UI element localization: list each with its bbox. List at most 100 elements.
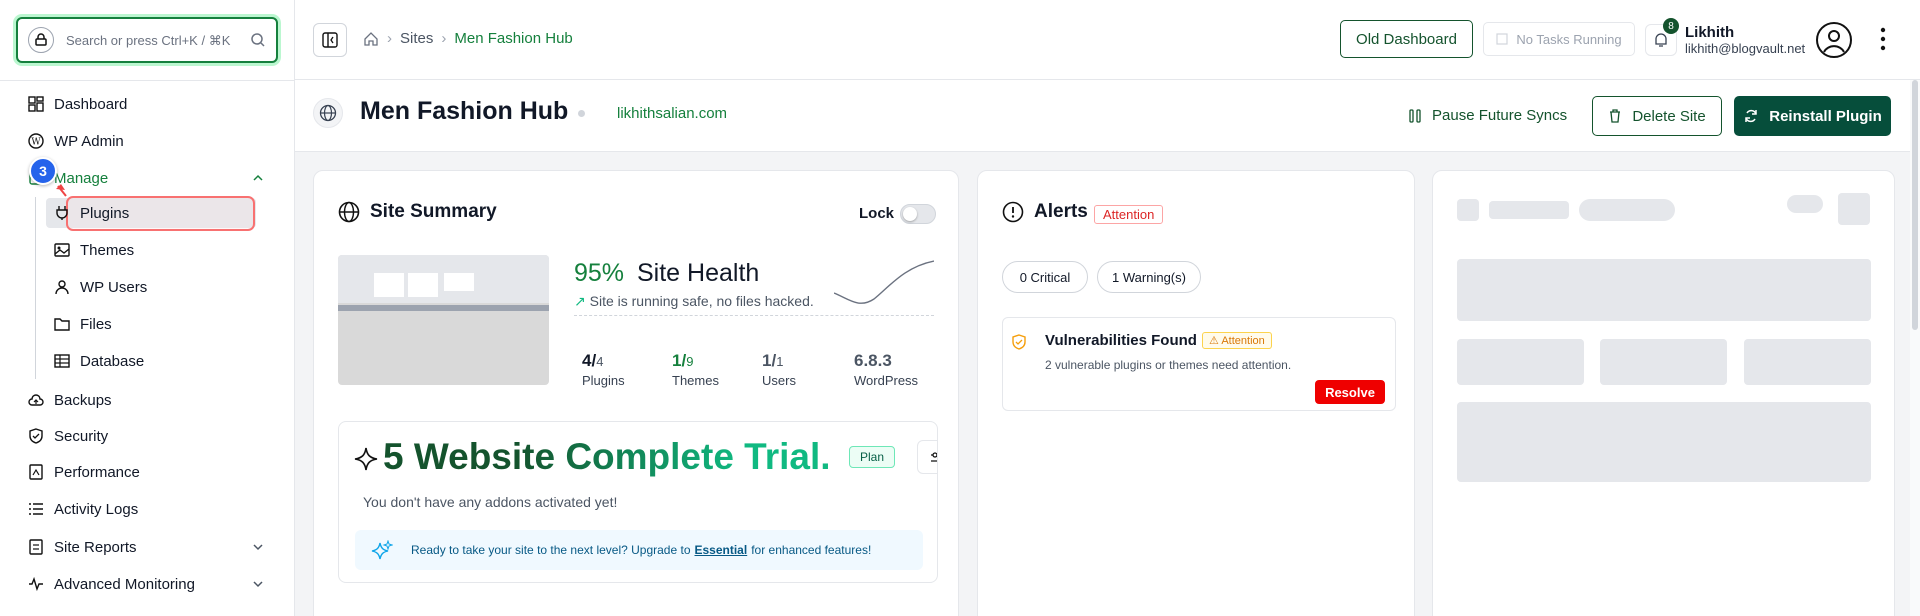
- page-title: Men Fashion Hub: [360, 97, 569, 125]
- image-icon: [54, 243, 70, 257]
- stat-users-den: 1: [776, 354, 784, 369]
- stat-wordpress: 6.8.3 WordPress: [854, 351, 918, 388]
- site-health: 95% Site Health: [574, 259, 759, 288]
- site-summary-card: Site Summary Lock 95% Site Health ↗ Site…: [313, 170, 959, 616]
- sidebar-toggle-button[interactable]: [313, 23, 347, 57]
- plan-card: 5 Website Complete Trial. Plan You don't…: [338, 421, 938, 583]
- pulse-icon: [29, 576, 43, 592]
- bell-icon: [1655, 33, 1667, 47]
- chevron-up-icon[interactable]: [252, 172, 264, 184]
- chevron-down-icon[interactable]: [252, 541, 264, 553]
- site-domain-link[interactable]: likhithsalian.com: [617, 105, 727, 122]
- sidebar-item-themes[interactable]: Themes: [54, 236, 134, 264]
- lock-toggle[interactable]: [900, 204, 936, 224]
- site-favicon: [313, 98, 343, 128]
- reinstall-plugin-button[interactable]: Reinstall Plugin: [1734, 96, 1891, 136]
- old-dashboard-button[interactable]: Old Dashboard: [1340, 20, 1473, 58]
- sidebar-item-label: WP Users: [80, 278, 148, 296]
- sidebar-item-wp-users[interactable]: WP Users: [54, 273, 147, 301]
- sidebar-item-dashboard[interactable]: Dashboard: [28, 90, 127, 118]
- sidebar-item-activity-logs[interactable]: Activity Logs: [28, 495, 138, 523]
- thumbnail-block: [374, 273, 404, 297]
- warnings-filter-pill[interactable]: 1 Warning(s): [1097, 261, 1201, 293]
- svg-text:W: W: [31, 138, 41, 148]
- folder-icon: [54, 318, 70, 331]
- sidebar-item-backups[interactable]: Backups: [28, 386, 112, 414]
- attention-badge: Attention: [1094, 205, 1164, 224]
- shield-icon: [29, 428, 43, 444]
- page-scrollbar[interactable]: [1910, 80, 1920, 616]
- home-icon[interactable]: [363, 31, 379, 47]
- breadcrumb: › Sites › Men Fashion Hub: [363, 30, 573, 47]
- sidebar-item-database[interactable]: Database: [54, 347, 144, 375]
- shield-warning-icon: [1012, 334, 1026, 350]
- search-input[interactable]: [66, 32, 246, 48]
- globe-icon: [338, 201, 360, 223]
- delete-site-button[interactable]: Delete Site: [1592, 96, 1722, 136]
- breadcrumb-separator: ›: [387, 30, 392, 47]
- search-icon[interactable]: [250, 32, 266, 48]
- vulnerability-message: 2 vulnerable plugins or themes need atte…: [1045, 358, 1292, 372]
- breadcrumb-separator: ›: [441, 30, 447, 47]
- upgrade-text-post: for enhanced features!: [751, 543, 872, 557]
- sidebar-item-performance[interactable]: Performance: [28, 458, 140, 486]
- breadcrumb-sites[interactable]: Sites: [400, 30, 433, 47]
- skeleton: [1838, 193, 1870, 225]
- alerts-card: Alerts Attention 0 Critical 1 Warning(s)…: [977, 170, 1415, 616]
- thumbnail-block: [444, 273, 474, 291]
- stat-plugins: 4/4 Plugins: [582, 351, 625, 388]
- resolve-button[interactable]: Resolve: [1315, 380, 1385, 404]
- health-divider: [574, 315, 934, 316]
- skeleton: [1744, 339, 1871, 385]
- sparkles-icon: [371, 540, 393, 560]
- tasks-label: No Tasks Running: [1516, 31, 1622, 47]
- upgrade-banner: Ready to take your site to the next leve…: [355, 530, 923, 570]
- sidebar-item-label: Performance: [54, 463, 140, 481]
- sidebar-item-label: Dashboard: [54, 95, 128, 113]
- blogvault-logo-icon: [28, 27, 54, 53]
- warning-triangle-icon: ⚠: [1209, 335, 1219, 347]
- plan-badge[interactable]: Plan: [849, 446, 896, 468]
- site-header: Men Fashion Hub likhithsalian.com Pause …: [295, 80, 1920, 152]
- top-bar: › Sites › Men Fashion Hub Old Dashboard …: [295, 0, 1920, 80]
- skeleton: [1489, 201, 1569, 219]
- stat-wordpress-num: 6.8.3: [854, 351, 892, 370]
- upgrade-essential-link[interactable]: Essential: [695, 543, 748, 557]
- skeleton: [1457, 339, 1584, 385]
- card-title-text: Alerts: [1034, 201, 1088, 222]
- vulnerability-attention-badge: ⚠ Attention: [1202, 332, 1272, 349]
- user-icon: [55, 280, 69, 295]
- search-box[interactable]: [16, 17, 278, 63]
- sidebar-item-label: Site Reports: [54, 538, 137, 556]
- critical-filter-pill[interactable]: 0 Critical: [1002, 261, 1088, 293]
- trash-icon: [1610, 109, 1621, 123]
- addons-message: You don't have any addons activated yet!: [363, 494, 618, 510]
- alert-circle-icon: [1002, 201, 1024, 223]
- more-menu-icon[interactable]: [1879, 26, 1887, 52]
- tasks-status[interactable]: No Tasks Running: [1483, 22, 1635, 56]
- sidebar-item-site-reports[interactable]: Site Reports: [28, 533, 137, 561]
- avatar[interactable]: [1815, 21, 1853, 59]
- plan-title: 5 Website Complete Trial.: [383, 436, 831, 477]
- plan-settings-button[interactable]: [917, 440, 937, 474]
- sidebar-item-files[interactable]: Files: [54, 310, 112, 338]
- trend-up-icon: ↗: [574, 293, 586, 309]
- sidebar-item-advanced-monitoring[interactable]: Advanced Monitoring: [28, 570, 195, 598]
- site-thumbnail[interactable]: [338, 255, 549, 385]
- stat-themes: 1/9 Themes: [672, 351, 719, 388]
- chevron-down-icon[interactable]: [252, 578, 264, 590]
- sidebar-item-security[interactable]: Security: [28, 422, 108, 450]
- sidebar-item-label: Files: [80, 315, 112, 333]
- step-badge: 3: [29, 157, 57, 185]
- stat-users-num: 1/: [762, 351, 777, 370]
- wordpress-icon: W: [28, 133, 44, 149]
- sidebar-item-label: WP Admin: [54, 132, 124, 150]
- sparkle-icon: [354, 447, 378, 471]
- notification-count-badge: 8: [1663, 18, 1679, 34]
- health-message: ↗ Site is running safe, no files hacked.: [574, 293, 814, 310]
- sidebar-item-wp-admin[interactable]: W WP Admin: [28, 127, 124, 155]
- pause-syncs-button[interactable]: Pause Future Syncs: [1408, 107, 1567, 124]
- card-title-text: Site Summary: [370, 201, 497, 222]
- sidebar-item-label: Backups: [54, 391, 112, 409]
- refresh-icon: [1745, 109, 1757, 123]
